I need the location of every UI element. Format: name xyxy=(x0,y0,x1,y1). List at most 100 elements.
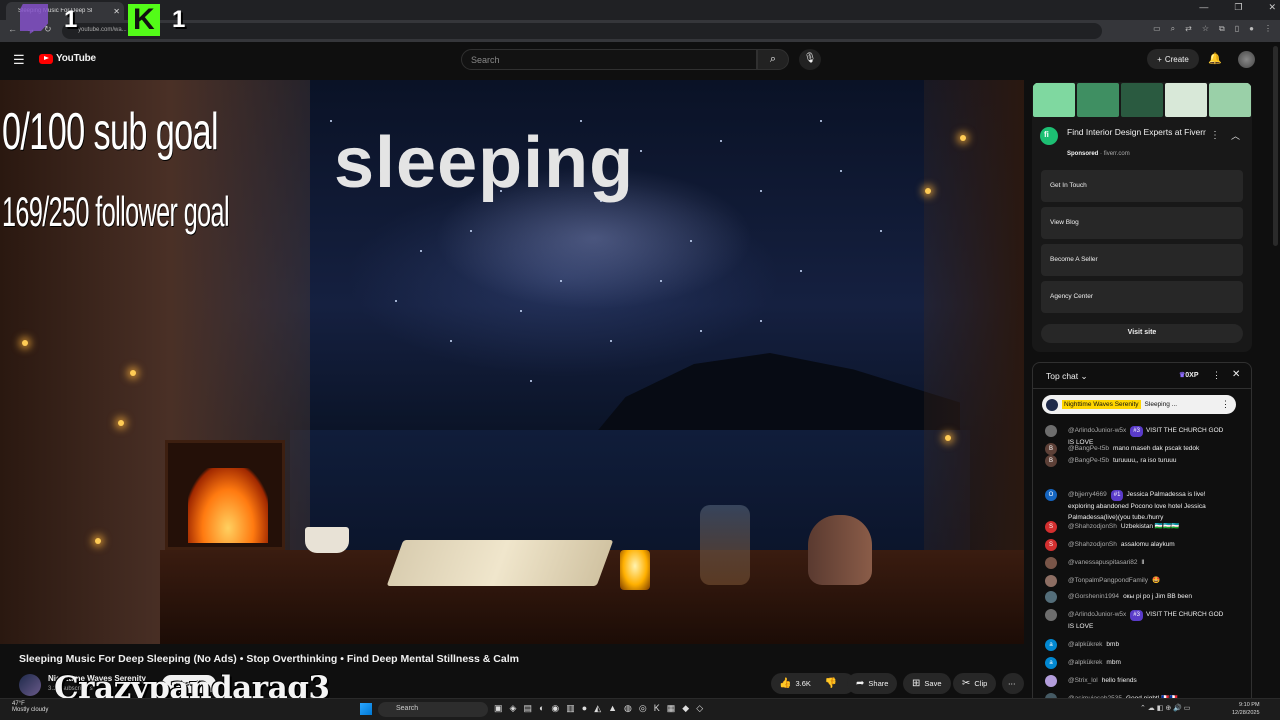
chat-avatar[interactable]: a xyxy=(1045,639,1057,651)
video-player[interactable]: 0/100 sub goal 169/250 follower goal sle… xyxy=(0,80,1024,644)
minimize-button[interactable]: — xyxy=(1199,2,1208,13)
dislike-icon[interactable]: 👎 xyxy=(825,678,837,689)
share-button[interactable]: ➦ Share xyxy=(847,673,898,694)
chat-author[interactable]: @alpkükrek xyxy=(1068,641,1102,648)
bookmark-star-icon[interactable]: ☆ xyxy=(1202,24,1209,34)
close-tab-icon[interactable]: ✕ xyxy=(113,7,120,16)
chat-author[interactable]: @Gorshenin1994 xyxy=(1068,593,1119,600)
create-label: Create xyxy=(1164,54,1189,64)
close-window-button[interactable]: ✕ xyxy=(1268,2,1276,13)
spotify-icon[interactable]: ● xyxy=(582,703,587,714)
extension-icons: ▭ ⌕ ⇄ ☆ ⧉ ▯ ● ⋮ xyxy=(1153,24,1272,34)
account-avatar[interactable] xyxy=(1238,51,1255,68)
star-dot xyxy=(660,280,662,282)
xp-value: 0XP xyxy=(1185,372,1199,379)
extensions-icon[interactable]: ⧉ xyxy=(1219,24,1225,34)
edge-icon[interactable]: ◐ xyxy=(539,703,544,714)
chat-author[interactable]: @Strix_lol xyxy=(1068,677,1098,684)
chat-avatar[interactable]: S xyxy=(1045,539,1057,551)
search-button[interactable]: ⌕ xyxy=(757,49,789,70)
chat-author[interactable]: @alpkükrek xyxy=(1068,659,1102,666)
ad-link-agency-center[interactable]: Agency Center xyxy=(1041,281,1243,313)
chrome-icon[interactable]: ◉ xyxy=(551,703,559,714)
ad-title[interactable]: Find Interior Design Experts at Fiverr xyxy=(1067,127,1207,138)
chat-avatar[interactable] xyxy=(1045,575,1057,587)
taskbar-clock[interactable]: 9:10 PM 12/28/2025 xyxy=(1232,701,1260,717)
close-chat-icon[interactable]: ✕ xyxy=(1232,369,1240,380)
system-tray-icons[interactable]: ⌃ ☁ ◧ ⊕ 🔊 ▭ xyxy=(1140,704,1190,712)
voice-search-button[interactable]: 🎙 xyxy=(799,49,821,70)
store-icon[interactable]: ▥ xyxy=(566,703,575,714)
browser-menu-icon[interactable]: ⋮ xyxy=(1264,24,1272,34)
chat-avatar[interactable] xyxy=(1045,425,1057,437)
channel-avatar[interactable] xyxy=(19,674,41,696)
pinned-message[interactable]: Nighttime Waves Serenity Sleeping ... ⋮ xyxy=(1042,395,1236,414)
youtube-logo[interactable]: YouTube xyxy=(39,53,96,64)
pinned-more-icon[interactable]: ⋮ xyxy=(1221,399,1230,410)
clip-button[interactable]: ✂ Clip xyxy=(953,673,997,694)
chat-avatar[interactable] xyxy=(1045,675,1057,687)
ad-collapse-chevron-icon[interactable]: ︿ xyxy=(1231,129,1240,142)
chat-author[interactable]: @bjjerry4669 xyxy=(1068,491,1107,498)
chat-avatar[interactable] xyxy=(1045,557,1057,569)
chat-author[interactable]: @BangPe-t5b xyxy=(1068,445,1109,452)
sidebar-icon[interactable]: ▯ xyxy=(1235,24,1239,34)
chat-author[interactable]: @ArlindoJunior-w5x xyxy=(1068,611,1126,618)
back-icon[interactable]: ← xyxy=(8,24,17,34)
translate-icon[interactable]: ⇄ xyxy=(1185,24,1192,34)
chat-message-body: @alpkükrek bmb xyxy=(1068,639,1228,650)
more-actions-button[interactable]: ⋯ xyxy=(1002,673,1024,694)
url-text: youtube.com/wa... xyxy=(78,27,127,33)
menu-icon[interactable]: ☰ xyxy=(13,52,25,68)
chat-author[interactable]: @BangPe-t5b xyxy=(1068,457,1109,464)
address-bar[interactable]: youtube.com/wa... xyxy=(62,23,1102,39)
chat-more-options-icon[interactable]: ⋮ xyxy=(1212,370,1221,381)
chat-mode-dropdown[interactable]: Top chat ⌄ xyxy=(1046,371,1088,382)
chat-author[interactable]: @ArlindoJunior-w5x xyxy=(1068,427,1126,434)
like-count[interactable]: 3.6K xyxy=(795,679,810,688)
ad-more-options-icon[interactable]: ⋮ xyxy=(1210,130,1220,141)
cast-icon[interactable]: ▭ xyxy=(1153,24,1161,34)
visit-site-button[interactable]: Visit site xyxy=(1041,324,1243,343)
weather-widget[interactable]: 47°F Mostly cloudy xyxy=(12,701,48,713)
task-view-icon[interactable]: ▣ xyxy=(494,703,503,714)
steam-icon[interactable]: ◎ xyxy=(639,703,647,714)
maximize-button[interactable]: ❐ xyxy=(1234,2,1242,13)
app-icon[interactable]: ▲ xyxy=(608,703,617,714)
app-icon[interactable]: ◭ xyxy=(594,703,601,714)
video-text-overlay: sleeping xyxy=(334,123,635,203)
chat-avatar[interactable]: S xyxy=(1045,521,1057,533)
ad-link-get-in-touch[interactable]: Get In Touch xyxy=(1041,170,1243,202)
profile-icon[interactable]: ● xyxy=(1249,24,1254,34)
chat-avatar[interactable]: B xyxy=(1045,455,1057,467)
ad-link-become-seller[interactable]: Become A Seller xyxy=(1041,244,1243,276)
app-icon[interactable]: ◆ xyxy=(682,703,689,714)
copilot-icon[interactable]: ◈ xyxy=(510,703,517,714)
like-icon[interactable]: 👍 xyxy=(779,678,791,689)
chat-author[interactable]: @ShahzodjonSh xyxy=(1068,523,1117,530)
chat-avatar[interactable]: B xyxy=(1045,443,1057,455)
app-icon[interactable]: ◇ xyxy=(696,703,703,714)
chat-author[interactable]: @ShahzodjonSh xyxy=(1068,541,1117,548)
chat-avatar[interactable] xyxy=(1045,609,1057,621)
windows-start-icon[interactable] xyxy=(360,703,372,715)
taskbar-search[interactable]: Search xyxy=(378,702,488,717)
discord-icon[interactable]: ◍ xyxy=(624,703,632,714)
chat-author[interactable]: @TonpalmPangpondFamily xyxy=(1068,577,1148,584)
xp-badge[interactable]: ♛0XP xyxy=(1179,371,1199,379)
save-button[interactable]: ⊞ Save xyxy=(903,673,951,694)
chat-avatar[interactable]: O xyxy=(1045,489,1057,501)
kick-icon[interactable]: K xyxy=(654,703,660,714)
search-input[interactable]: Search xyxy=(461,49,757,70)
chat-avatar[interactable] xyxy=(1045,591,1057,603)
ad-link-view-blog[interactable]: View Blog xyxy=(1041,207,1243,239)
app-icon[interactable]: ▦ xyxy=(667,703,676,714)
ad-banner[interactable] xyxy=(1032,82,1252,118)
page-scrollbar[interactable] xyxy=(1273,46,1278,246)
create-button[interactable]: + Create xyxy=(1147,49,1199,69)
file-explorer-icon[interactable]: ▤ xyxy=(523,703,532,714)
chat-author[interactable]: @vanessapuspitasari82 xyxy=(1068,559,1137,566)
notifications-bell-icon[interactable]: 🔔 xyxy=(1208,52,1222,65)
zoom-icon[interactable]: ⌕ xyxy=(1171,24,1175,34)
chat-avatar[interactable]: a xyxy=(1045,657,1057,669)
